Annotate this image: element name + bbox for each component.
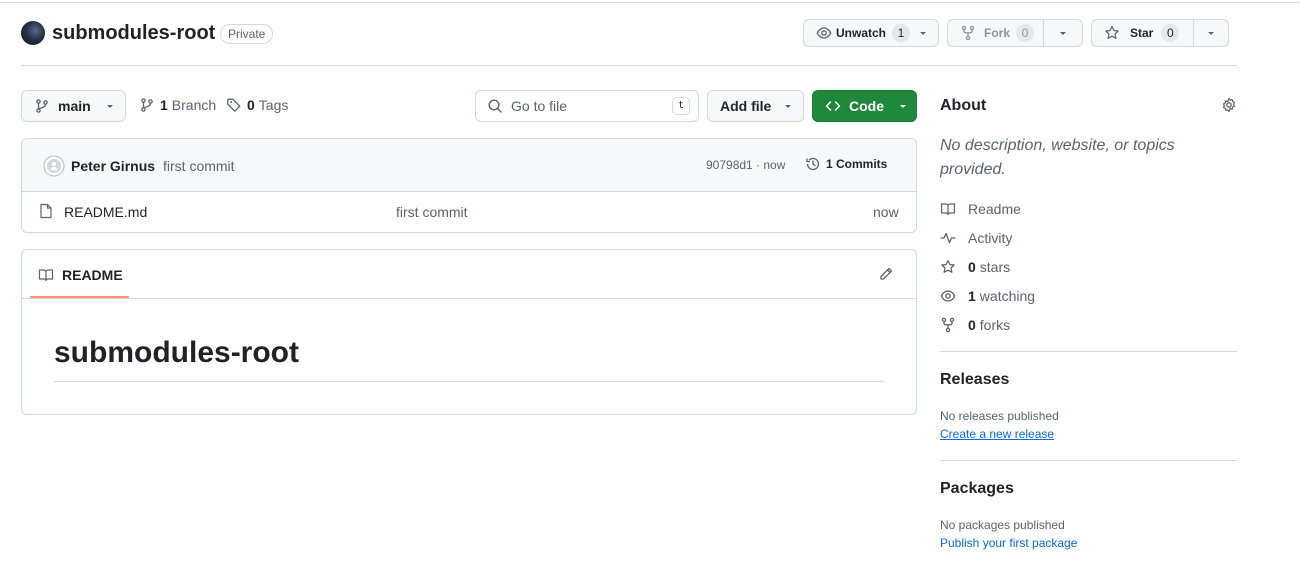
commits-label: 1 Commits	[826, 157, 888, 171]
file-name[interactable]: README.md	[64, 204, 147, 220]
sidebar-item-label: stars	[979, 259, 1011, 275]
sidebar-item-label: forks	[979, 317, 1011, 333]
git-branch-icon	[139, 97, 155, 113]
commit-message[interactable]: first commit	[163, 158, 235, 174]
chevron-down-icon	[898, 101, 908, 111]
sidebar-item-label: Activity	[968, 230, 1013, 246]
add-file-button[interactable]: Add file	[707, 90, 804, 122]
releases-title[interactable]: Releases	[940, 371, 1009, 389]
unwatch-label: Unwatch	[836, 26, 887, 40]
readme-tab-label: README	[62, 267, 123, 283]
readme-heading: submodules-root	[54, 336, 299, 369]
star-dropdown[interactable]	[1194, 20, 1228, 46]
watch-count: 1	[892, 24, 911, 42]
fork-label: Fork	[984, 26, 1011, 40]
book-icon	[38, 267, 54, 283]
star-button[interactable]: Star 0	[1092, 20, 1193, 46]
eye-icon	[816, 25, 832, 41]
star-icon	[940, 259, 956, 275]
heading-rule	[54, 381, 885, 382]
add-file-label: Add file	[720, 98, 772, 114]
branch-selector[interactable]: main	[21, 90, 126, 122]
author-avatar[interactable]	[43, 155, 65, 177]
readme-panel: README submodules-root	[21, 249, 917, 415]
star-count: 0	[1161, 24, 1180, 42]
fork-icon	[940, 317, 956, 333]
git-branch-icon	[34, 98, 50, 114]
tags-link[interactable]: 0 Tags	[226, 97, 288, 113]
chevron-down-icon	[1206, 28, 1216, 38]
pulse-icon	[940, 230, 956, 246]
commit-author[interactable]: Peter Girnus	[71, 158, 155, 174]
table-row[interactable]: README.md first commit now	[22, 192, 916, 232]
packages-empty-text: No packages published	[940, 518, 1065, 532]
owner-avatar[interactable]	[21, 21, 45, 45]
stars-count: 0	[968, 259, 976, 275]
shortcut-hint: t	[672, 97, 690, 115]
star-icon	[1104, 25, 1120, 41]
watching-count: 1	[968, 288, 976, 304]
sidebar-item-label: Readme	[968, 201, 1021, 217]
code-button[interactable]: Code	[812, 90, 917, 122]
go-to-file-input[interactable]: Go to file t	[475, 90, 699, 122]
fork-button[interactable]: Fork 0	[948, 20, 1043, 46]
code-label: Code	[849, 98, 884, 114]
active-tab-indicator	[30, 296, 129, 298]
repo-name[interactable]: submodules-root	[52, 21, 215, 45]
tag-label: Tags	[258, 97, 289, 113]
chevron-down-icon	[918, 28, 928, 38]
file-icon	[38, 203, 54, 219]
visibility-badge: Private	[220, 24, 274, 44]
history-icon	[805, 156, 821, 172]
sidebar-item-activity[interactable]: Activity	[940, 228, 1012, 248]
file-commit-message[interactable]: first commit	[396, 204, 468, 220]
gear-icon[interactable]	[1221, 97, 1237, 113]
branch-label: Branch	[171, 97, 217, 113]
fork-count: 0	[1016, 24, 1035, 42]
packages-title[interactable]: Packages	[940, 480, 1014, 498]
chevron-down-icon	[1058, 28, 1068, 38]
commit-hash-time[interactable]: 90798d1 · now	[706, 158, 785, 172]
fork-dropdown[interactable]	[1044, 20, 1082, 46]
pencil-icon[interactable]	[878, 266, 894, 282]
releases-empty-text: No releases published	[940, 409, 1059, 423]
search-icon	[487, 98, 503, 114]
file-commit-time: now	[873, 204, 899, 220]
sidebar-divider	[940, 351, 1237, 352]
unwatch-button[interactable]: Unwatch 1	[803, 19, 939, 47]
chevron-down-icon	[783, 101, 793, 111]
commits-link[interactable]: 1 Commits	[805, 156, 887, 172]
top-border	[0, 2, 1300, 3]
sidebar-item-label: watching	[979, 288, 1036, 304]
fork-button-group[interactable]: Fork 0	[947, 19, 1083, 47]
eye-icon	[940, 288, 956, 304]
code-icon	[825, 98, 841, 114]
branches-link[interactable]: 1 Branch	[139, 97, 216, 113]
star-button-group[interactable]: Star 0	[1091, 19, 1229, 47]
star-label: Star	[1130, 26, 1154, 40]
chevron-down-icon	[105, 101, 115, 111]
file-listing: Peter Girnus first commit 90798d1 · now …	[21, 138, 917, 233]
search-placeholder: Go to file	[511, 98, 568, 114]
sidebar-item-readme[interactable]: Readme	[940, 199, 1021, 219]
header-divider	[21, 65, 1237, 66]
sidebar-divider	[940, 460, 1237, 461]
about-description: No description, website, or topics provi…	[940, 137, 1175, 178]
sidebar-item-forks[interactable]: 0 forks	[940, 315, 1010, 335]
about-title: About	[940, 97, 987, 114]
branch-name: main	[58, 98, 91, 114]
readme-tab[interactable]: README	[38, 267, 123, 283]
sidebar-item-watching[interactable]: 1 watching	[940, 286, 1035, 306]
branch-count: 1	[160, 97, 168, 113]
readme-header: README	[22, 250, 916, 299]
tag-icon	[226, 97, 242, 113]
tag-count: 0	[247, 97, 255, 113]
publish-package-link[interactable]: Publish your first package	[940, 536, 1077, 550]
sidebar-item-stars[interactable]: 0 stars	[940, 257, 1010, 277]
latest-commit-row: Peter Girnus first commit 90798d1 · now …	[22, 139, 916, 192]
fork-icon	[960, 25, 976, 41]
forks-count: 0	[968, 317, 976, 333]
create-release-link[interactable]: Create a new release	[940, 427, 1054, 441]
book-icon	[940, 201, 956, 217]
